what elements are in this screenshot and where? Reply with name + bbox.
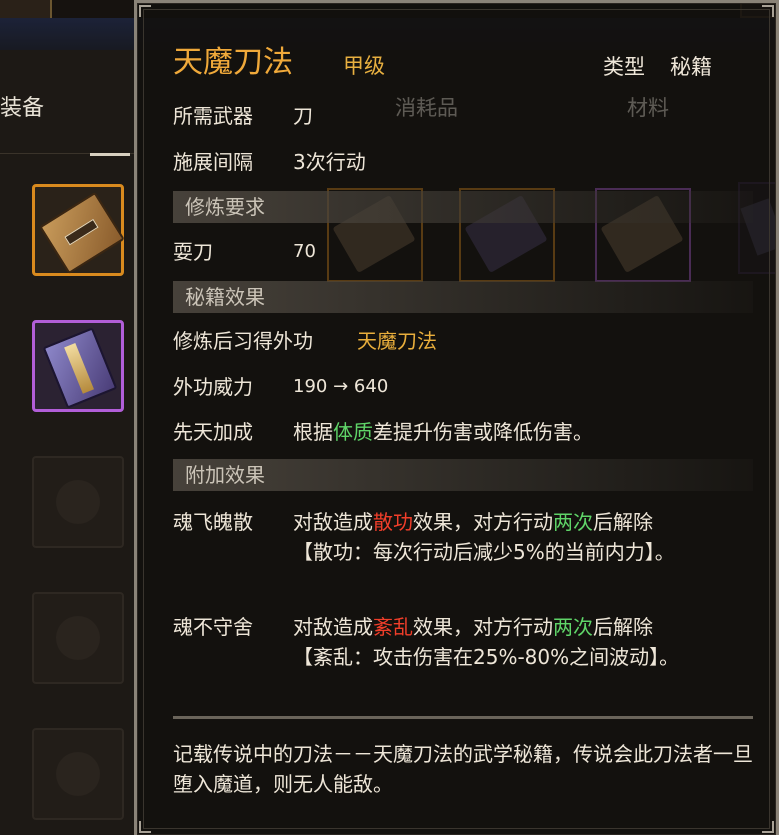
learn-skill-label: 修炼后习得外功 <box>173 329 313 353</box>
section-extra: 附加效果 <box>173 459 753 491</box>
arrow-icon: → <box>333 376 349 397</box>
section-requirements-title: 修炼要求 <box>185 195 265 219</box>
cast-interval-label: 施展间隔 <box>173 150 253 174</box>
section-effects-title: 秘籍效果 <box>185 285 265 309</box>
requirement-label: 耍刀 <box>173 240 213 264</box>
frame-corner <box>139 821 151 833</box>
tab-equipment[interactable]: 装备 <box>0 90 44 122</box>
frame-corner <box>762 5 774 17</box>
type-label: 类型 <box>603 55 645 79</box>
innate-bonus-text: 根据体质差提升伤害或降低伤害。 <box>293 419 593 445</box>
learn-skill-value: 天魔刀法 <box>357 329 437 353</box>
innate-pre: 根据 <box>293 420 333 444</box>
power-value: 190 → 640 <box>293 374 388 400</box>
cast-interval-value: 3次行动 <box>293 150 366 174</box>
extra-effect-name: 魂飞魄散 <box>173 510 253 534</box>
section-requirements: 修炼要求 <box>173 191 753 223</box>
extra-effect-name: 魂不守舍 <box>173 615 253 639</box>
inventory-slot-empty[interactable] <box>32 592 124 684</box>
item-tooltip: 消耗品 材料 天魔刀法 甲级 类型 秘籍 所需武器 刀 施展间隔 3次行动 修炼… <box>134 0 779 835</box>
frame-corner <box>139 5 151 17</box>
required-weapon-value: 刀 <box>293 104 313 128</box>
window-corner-left <box>0 0 52 20</box>
inventory-slot-empty[interactable] <box>32 728 124 820</box>
tab-consumables: 消耗品 <box>395 96 458 120</box>
innate-post: 差提升伤害或降低伤害。 <box>373 420 593 444</box>
inventory-slot-selected[interactable] <box>32 184 125 276</box>
inventory-slot-empty[interactable] <box>32 456 124 548</box>
power-label: 外功威力 <box>173 375 253 399</box>
required-weapon-label: 所需武器 <box>173 104 253 128</box>
innate-highlight: 体质 <box>333 420 373 444</box>
section-effects: 秘籍效果 <box>173 281 753 313</box>
requirement-value: 70 <box>293 241 316 262</box>
tab-underline <box>90 153 130 156</box>
item-description: 记载传说中的刀法－－天魔刀法的武学秘籍，传说会此刀法者一旦堕入魔道，则无人能敌。 <box>173 742 753 796</box>
inventory-slot[interactable] <box>32 320 124 412</box>
type-value: 秘籍 <box>670 55 712 79</box>
item-grade: 甲级 <box>343 54 385 78</box>
extra-effect-text: 对敌造成散功效果，对方行动两次后解除 【散功：每次行动后减少5%的当前内力】。 <box>293 510 675 564</box>
book-item-icon <box>42 327 118 409</box>
tab-materials: 材料 <box>627 96 669 120</box>
power-from: 190 <box>293 376 328 397</box>
frame-corner <box>762 821 774 833</box>
book-item-icon <box>39 191 125 275</box>
item-title: 天魔刀法 <box>173 45 293 80</box>
power-to: 640 <box>353 376 389 397</box>
innate-bonus-label: 先天加成 <box>173 420 253 444</box>
description-divider <box>173 716 753 719</box>
section-extra-title: 附加效果 <box>185 463 265 487</box>
extra-effect-text: 对敌造成紊乱效果，对方行动两次后解除 【紊乱：攻击伤害在25%-80%之间波动】。 <box>293 615 680 669</box>
